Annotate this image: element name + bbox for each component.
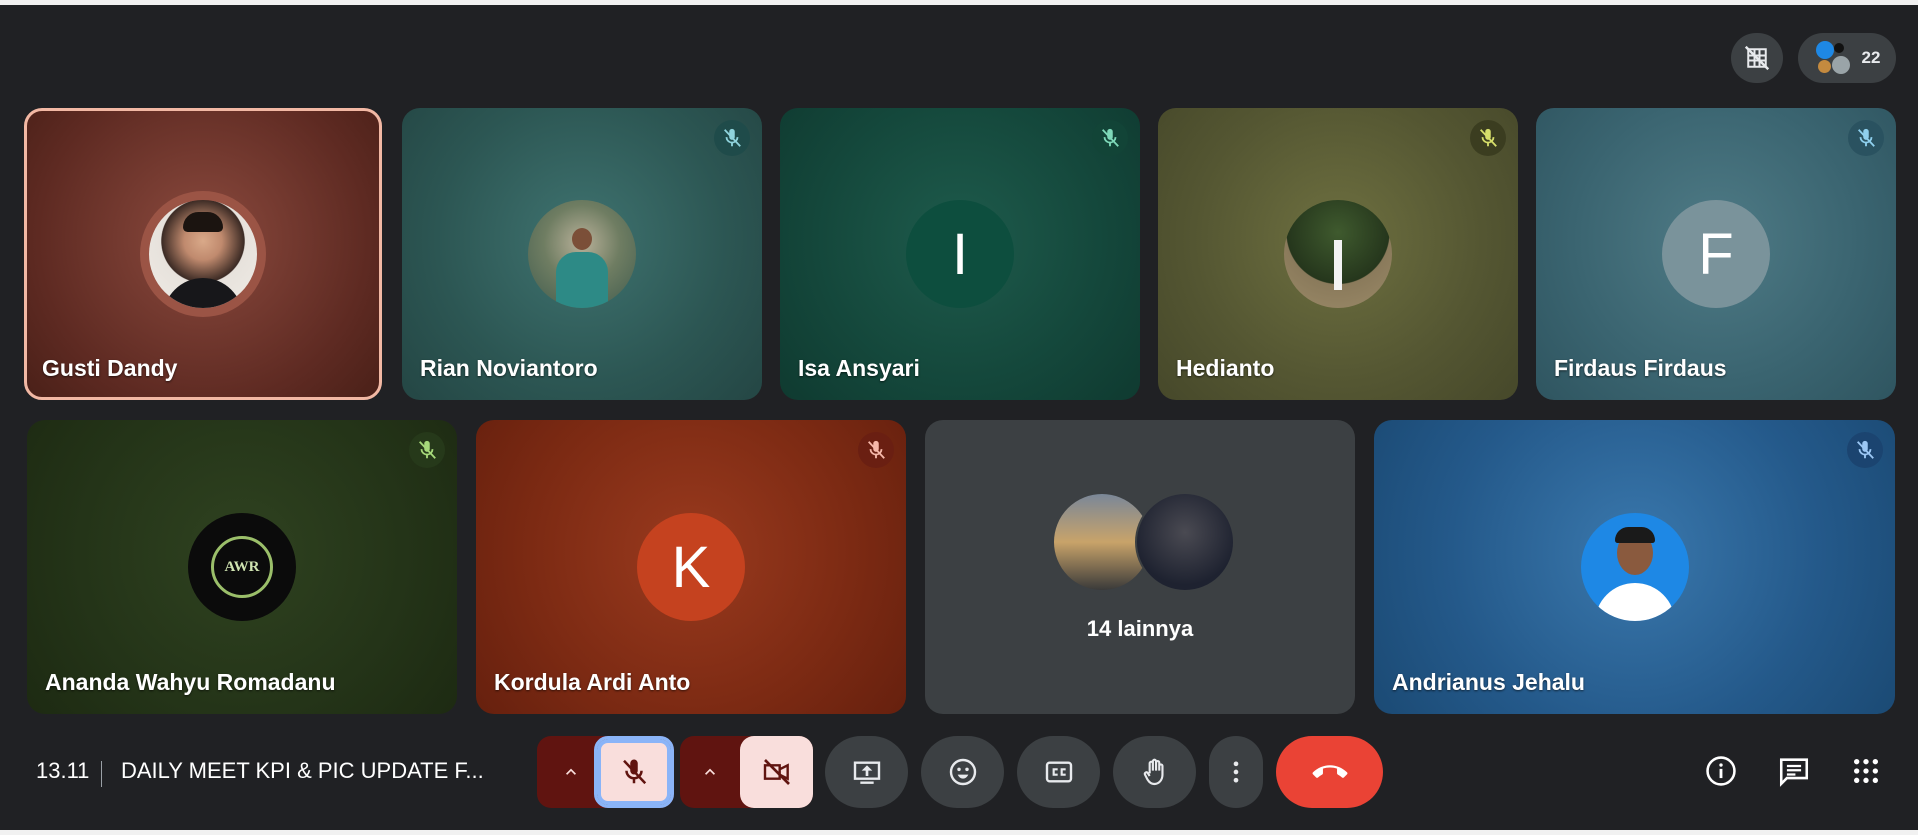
- participant-name: Kordula Ardi Anto: [494, 669, 691, 695]
- avatar: [1284, 200, 1392, 308]
- call-end-icon: [1312, 765, 1347, 778]
- muted-indicator: [1470, 120, 1506, 156]
- muted-indicator: [1092, 120, 1128, 156]
- meeting-stage: 22 Gusti Dandy Rian Noviantoro I Isa Ans…: [0, 5, 1918, 830]
- mic-toggle-button[interactable]: [594, 736, 674, 808]
- avatar-initial: I: [906, 200, 1014, 308]
- participant-tile[interactable]: K Kordula Ardi Anto: [476, 420, 906, 714]
- avatar: [1580, 513, 1689, 621]
- mic-off-icon: [1480, 128, 1497, 147]
- more-vert-icon: [1233, 761, 1239, 783]
- logo-text: AWR: [224, 558, 260, 575]
- grid-off-icon: [1744, 45, 1770, 71]
- avatar: [1831, 56, 1850, 74]
- hidden-tiles-button[interactable]: [1731, 33, 1783, 83]
- more-options-button[interactable]: [1209, 736, 1263, 808]
- avatar-initial: F: [1662, 200, 1770, 308]
- mic-off-icon: [419, 440, 436, 459]
- muted-indicator: [714, 120, 750, 156]
- avatar-logo: AWR: [188, 513, 296, 621]
- meeting-time: 13.11: [36, 758, 90, 783]
- avatar: [149, 200, 257, 308]
- avatar-initial: K: [637, 513, 745, 621]
- mic-off-icon: [1102, 128, 1119, 147]
- avatar: [1135, 492, 1235, 592]
- raise-hand-icon: [1143, 758, 1164, 786]
- avatar: [1833, 43, 1844, 53]
- camera-toggle-button[interactable]: [740, 736, 813, 808]
- chat-button[interactable]: [1774, 751, 1814, 791]
- participant-tile[interactable]: Andrianus Jehalu: [1374, 420, 1895, 714]
- participants-count: 22: [1861, 48, 1881, 67]
- mic-off-icon: [868, 440, 885, 459]
- participant-name: Rian Noviantoro: [420, 355, 598, 381]
- participant-avatars-stack: [1814, 40, 1852, 76]
- mic-off-icon: [623, 759, 647, 785]
- participant-tile[interactable]: Rian Noviantoro: [402, 108, 762, 400]
- closed-caption-icon: [1045, 761, 1072, 783]
- mic-off-icon: [724, 128, 741, 147]
- participant-name: Isa Ansyari: [798, 355, 920, 381]
- avatar: [1817, 60, 1831, 73]
- present-to-all-icon: [853, 761, 880, 784]
- videocam-off-icon: [763, 759, 790, 785]
- chat-icon: [1779, 758, 1809, 787]
- meeting-details-button[interactable]: [1701, 751, 1741, 791]
- muted-indicator: [1848, 120, 1884, 156]
- reactions-button[interactable]: [921, 736, 1004, 808]
- activities-button[interactable]: [1846, 751, 1886, 791]
- mic-off-icon: [1858, 128, 1875, 147]
- participant-tile[interactable]: AWR Ananda Wahyu Romadanu: [27, 420, 457, 714]
- muted-indicator: [858, 432, 894, 468]
- chevron-up-icon: [566, 768, 576, 775]
- muted-indicator: [409, 432, 445, 468]
- chevron-up-icon: [705, 768, 715, 775]
- participant-name: Andrianus Jehalu: [1392, 669, 1585, 695]
- participant-name: Hedianto: [1176, 355, 1275, 381]
- present-button[interactable]: [825, 736, 908, 808]
- participant-name: Firdaus Firdaus: [1554, 355, 1727, 381]
- participant-tile[interactable]: Hedianto: [1158, 108, 1518, 400]
- leave-call-button[interactable]: [1276, 736, 1383, 808]
- participant-tile[interactable]: Gusti Dandy: [24, 108, 382, 400]
- emoji-icon: [949, 758, 976, 786]
- others-tile[interactable]: 14 lainnya: [925, 420, 1355, 714]
- participant-tile[interactable]: I Isa Ansyari: [780, 108, 1140, 400]
- raise-hand-button[interactable]: [1113, 736, 1196, 808]
- divider: [101, 761, 102, 787]
- captions-button[interactable]: [1017, 736, 1100, 808]
- mic-off-icon: [1857, 440, 1874, 459]
- meeting-title: DAILY MEET KPI & PIC UPDATE F...: [121, 758, 484, 783]
- participant-tile[interactable]: F Firdaus Firdaus: [1536, 108, 1896, 400]
- video-options-button[interactable]: [680, 736, 740, 808]
- avatar: [528, 200, 636, 308]
- participant-name: Gusti Dandy: [42, 355, 178, 381]
- apps-icon: [1854, 759, 1878, 783]
- avatar: [1815, 41, 1834, 59]
- participant-name: Ananda Wahyu Romadanu: [45, 669, 336, 695]
- participants-button[interactable]: 22: [1798, 33, 1896, 83]
- muted-indicator: [1847, 432, 1883, 468]
- info-icon: [1706, 756, 1736, 786]
- others-count-label: 14 lainnya: [1086, 616, 1194, 641]
